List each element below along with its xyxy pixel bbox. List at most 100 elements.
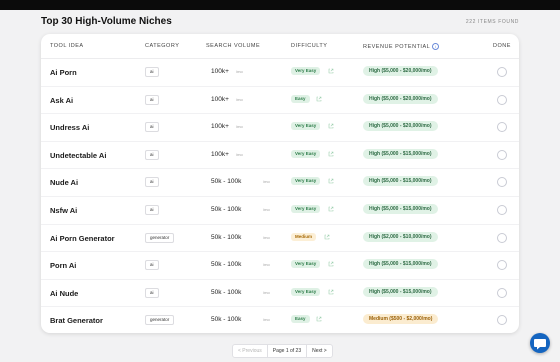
items-count: 222 ITEMS FOUND	[465, 19, 519, 25]
table-row: Undetectable Ai ai 100k+ /mo Very Easy High (…	[41, 141, 519, 170]
col-difficulty: DIFFICULTY	[291, 43, 328, 49]
done-checkbox[interactable]	[497, 67, 507, 77]
difficulty-badge: Easy	[291, 315, 310, 324]
done-checkbox[interactable]	[497, 205, 507, 215]
external-link-icon[interactable]	[327, 67, 335, 75]
search-volume: 50k - 100k	[211, 206, 242, 213]
difficulty-badge: Very Easy	[291, 177, 321, 186]
revenue-badge: High ($5,000 - $15,000/mo)	[363, 259, 438, 270]
done-checkbox[interactable]	[497, 315, 507, 326]
page-title: Top 30 High-Volume Niches	[41, 16, 172, 27]
volume-unit: /mo	[263, 207, 270, 212]
table-row: Porn Ai ai 50k - 100k/mo Very Easy High ($5,…	[41, 251, 519, 280]
external-link-icon[interactable]	[327, 205, 335, 213]
volume-unit: /mo	[263, 262, 270, 268]
search-volume: 50k - 100k	[211, 233, 242, 241]
col-category: CATEGORY	[145, 43, 180, 49]
category-tag: ai	[145, 67, 159, 77]
done-checkbox[interactable]	[497, 94, 507, 105]
col-revenue-label: REVENUE POTENTIAL	[363, 43, 431, 50]
difficulty-badge: Very Easy	[291, 205, 321, 213]
done-checkbox[interactable]	[497, 149, 507, 160]
external-link-icon[interactable]	[327, 288, 335, 296]
difficulty-badge: Very Easy	[291, 67, 321, 75]
search-volume: 100k+	[211, 150, 229, 158]
external-link-icon[interactable]	[323, 233, 331, 241]
revenue-badge: High ($5,000 - $20,000/mo)	[363, 93, 438, 104]
search-volume: 100k+	[211, 68, 229, 75]
table-row: Ai Nude ai 50k - 100k/mo Very Easy High ($5,…	[41, 279, 519, 308]
tool-name: Ai Porn	[50, 68, 77, 77]
category-tag: ai	[145, 122, 159, 133]
external-link-icon[interactable]	[315, 315, 323, 323]
table-row: Nsfw Ai ai 50k - 100k/mo Very Easy High ($5,…	[41, 196, 519, 225]
tool-name: Undress Ai	[50, 123, 90, 133]
external-link-icon[interactable]	[327, 150, 335, 158]
difficulty-badge: Very Easy	[291, 122, 321, 131]
chat-button[interactable]	[530, 333, 550, 353]
external-link-icon[interactable]	[327, 122, 335, 130]
revenue-badge: High ($5,000 - $15,000/mo)	[363, 286, 438, 297]
col-tool-idea: TOOL IDEA	[50, 43, 84, 49]
revenue-badge: High ($5,000 - $15,000/mo)	[363, 148, 438, 159]
volume-unit: /mo	[263, 179, 270, 185]
tool-name: Ai Nude	[50, 288, 79, 298]
volume-unit: /mo	[236, 69, 243, 74]
col-revenue-potential: REVENUE POTENTIAL i	[363, 43, 440, 50]
table-row: Ai Porn ai 100k+ /mo Very Easy High ($5,000 -…	[41, 58, 519, 87]
volume-unit: /mo	[236, 124, 243, 130]
tool-name: Ai Porn Generator	[50, 233, 115, 243]
top-bar	[0, 0, 560, 10]
niches-table: TOOL IDEA CATEGORY SEARCH VOLUME DIFFICU…	[41, 34, 519, 333]
table-row: Ai Porn Generator generator 50k - 100k/mo M…	[41, 224, 519, 253]
search-volume: 50k - 100k	[211, 288, 242, 296]
search-volume: 50k - 100k	[211, 178, 242, 186]
external-link-icon[interactable]	[315, 95, 323, 103]
pagination: < Previous Page 1 of 23 Next >	[232, 344, 333, 358]
search-volume: 100k+	[211, 123, 229, 131]
tool-name: Nsfw Ai	[50, 206, 78, 215]
difficulty-badge: Very Easy	[291, 149, 321, 158]
difficulty-badge: Very Easy	[291, 287, 321, 296]
revenue-badge: High ($5,000 - $15,000/mo)	[363, 176, 438, 187]
col-search-volume: SEARCH VOLUME	[206, 43, 261, 49]
tool-name: Brat Generator	[50, 316, 103, 326]
previous-button[interactable]: < Previous	[232, 344, 268, 358]
search-volume: 100k+	[211, 95, 229, 103]
revenue-badge: High ($5,000 - $20,000/mo)	[363, 121, 438, 132]
done-checkbox[interactable]	[497, 122, 507, 133]
tool-name: Porn Ai	[50, 261, 77, 271]
table-row: Nude Ai ai 50k - 100k/mo Very Easy High ($5,…	[41, 168, 519, 197]
done-checkbox[interactable]	[497, 287, 507, 298]
page-indicator: Page 1 of 23	[267, 344, 307, 358]
done-checkbox[interactable]	[497, 177, 507, 188]
revenue-badge: High ($2,000 - $10,000/mo)	[363, 231, 438, 242]
done-checkbox[interactable]	[497, 232, 507, 243]
table-row: Brat Generator generator 50k - 100k/mo Easy…	[41, 306, 519, 333]
category-tag: generator	[145, 315, 175, 326]
volume-unit: /mo	[263, 234, 270, 240]
table-row: Undress Ai ai 100k+ /mo Very Easy High ($5,00…	[41, 113, 519, 142]
volume-unit: /mo	[236, 96, 243, 102]
tool-name: Ask Ai	[50, 95, 74, 105]
external-link-icon[interactable]	[327, 260, 335, 268]
tool-name: Undetectable Ai	[50, 150, 107, 160]
category-tag: ai	[145, 94, 159, 105]
revenue-badge: High ($5,000 - $15,000/mo)	[363, 204, 438, 214]
revenue-badge: High ($5,000 - $20,000/mo)	[363, 66, 438, 76]
difficulty-badge: Medium	[291, 232, 317, 241]
next-button[interactable]: Next >	[306, 344, 333, 358]
info-icon[interactable]: i	[432, 43, 440, 50]
volume-unit: /mo	[263, 317, 270, 323]
table-header: TOOL IDEA CATEGORY SEARCH VOLUME DIFFICU…	[41, 34, 519, 59]
difficulty-badge: Easy	[291, 94, 310, 103]
done-checkbox[interactable]	[497, 260, 507, 271]
category-tag: ai	[145, 205, 159, 215]
external-link-icon[interactable]	[327, 177, 335, 185]
volume-unit: /mo	[263, 289, 270, 295]
category-tag: ai	[145, 177, 159, 188]
category-tag: ai	[145, 287, 159, 298]
revenue-badge: Medium ($500 - $2,000/mo)	[363, 314, 439, 325]
chat-icon	[534, 339, 546, 350]
difficulty-badge: Very Easy	[291, 260, 321, 269]
